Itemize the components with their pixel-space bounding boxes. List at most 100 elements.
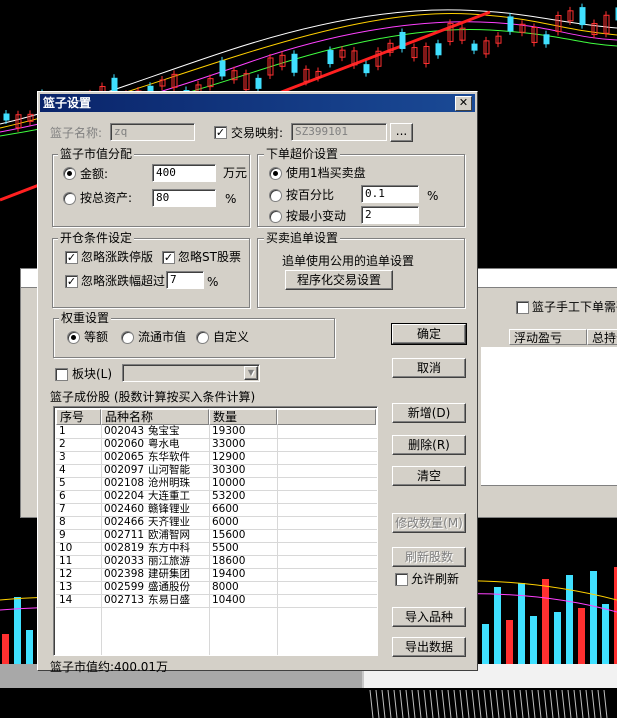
trade-map-checkbox[interactable]: ✓ — [214, 126, 227, 139]
cell-index: 4 — [59, 464, 66, 476]
table-row[interactable]: 7 002460 赣锋锂业 6600 — [56, 503, 376, 516]
ignore-st-label: 忽略ST股票 — [178, 250, 241, 264]
cell-code: 002460 — [104, 503, 145, 515]
ignore-change-label: 忽略涨跌幅超过 — [81, 274, 166, 288]
basket-settings-dialog: 篮子设置 ✕ 篮子名称: zq ✓ 交易映射: SZ399101 ... 篮子市… — [37, 91, 478, 674]
basket-name-input[interactable]: zq — [110, 123, 195, 141]
cell-name: 东易日盛 — [148, 594, 190, 606]
background-hscrollbar[interactable] — [481, 485, 617, 500]
manual-order-confirm-label: 篮子手工下单需确 — [532, 300, 617, 314]
ok-button[interactable]: 确定 — [391, 323, 467, 345]
manual-order-confirm-checkbox[interactable] — [516, 301, 529, 314]
cell-index: 7 — [59, 503, 66, 515]
allow-refresh-label: 允许刷新 — [411, 572, 460, 586]
sector-select[interactable] — [122, 364, 260, 382]
cell-name: 大连重工 — [148, 490, 190, 502]
total-asset-input[interactable]: 80 — [152, 189, 216, 207]
amount-label: 金额: — [80, 167, 109, 181]
weight-group-title: 权重设置 — [59, 311, 112, 325]
add-button[interactable]: 新增(D) — [392, 403, 466, 423]
cell-name: 赣锋锂业 — [148, 503, 190, 515]
modify-quantity-button[interactable]: 修改数量(M) — [392, 513, 466, 533]
trade-map-label: 交易映射: — [231, 126, 284, 140]
ignore-st-checkbox[interactable]: ✓ — [162, 251, 175, 264]
table-row[interactable]: 9 002711 欧浦智网 15600 — [56, 529, 376, 542]
volume-bar — [578, 608, 585, 664]
cell-quantity: 12900 — [212, 451, 246, 463]
cell-code: 002713 — [104, 594, 145, 606]
overprice-tick-input[interactable]: 2 — [361, 206, 419, 224]
volume-bar — [26, 630, 33, 664]
table-row[interactable]: 11 002033 丽江旅游 18600 — [56, 555, 376, 568]
amount-input[interactable]: 400 — [152, 164, 216, 182]
candle-body — [255, 77, 262, 89]
total-asset-radio[interactable] — [63, 192, 76, 205]
column-floating-pnl[interactable]: 浮动盈亏 — [509, 329, 587, 345]
close-icon[interactable]: ✕ — [455, 96, 472, 111]
volume-bar — [554, 612, 561, 664]
trade-map-input[interactable]: SZ399101 — [291, 123, 387, 141]
candle-body — [507, 16, 514, 32]
table-row[interactable]: 10 002819 东方中科 5500 — [56, 542, 376, 555]
check-icon: ✓ — [215, 126, 226, 139]
sector-checkbox[interactable] — [55, 368, 68, 381]
ignore-change-checkbox[interactable]: ✓ — [65, 275, 78, 288]
cancel-button[interactable]: 取消 — [392, 358, 466, 378]
ignore-limit-checkbox[interactable]: ✓ — [65, 251, 78, 264]
weight-float-radio[interactable] — [121, 331, 134, 344]
overprice-percent-input[interactable]: 0.1 — [361, 185, 419, 203]
allow-refresh-checkbox[interactable] — [395, 573, 408, 586]
volume-bar — [542, 579, 549, 664]
program-trade-settings-button[interactable]: 程序化交易设置 — [285, 270, 393, 290]
overprice-percent-radio[interactable] — [269, 189, 282, 202]
chevron-down-icon[interactable]: ▼ — [244, 366, 258, 380]
cell-index: 1 — [59, 425, 66, 437]
market-value-group-title: 篮子市值分配 — [58, 147, 135, 161]
cell-index: 11 — [59, 555, 73, 567]
cell-name: 沧州明珠 — [148, 477, 190, 489]
column-index[interactable]: 序号 — [56, 409, 101, 425]
ignore-change-input[interactable]: 7 — [166, 271, 204, 289]
components-table[interactable]: 序号 品种名称 数量 1 002043 兔宝宝 19300 2 002060 粤水电 3300… — [53, 406, 378, 656]
overprice-level1-radio[interactable] — [269, 167, 282, 180]
browse-button[interactable]: ... — [390, 123, 413, 142]
delete-button[interactable]: 删除(R) — [392, 435, 466, 455]
candle-body — [471, 43, 478, 51]
cell-code: 002108 — [104, 477, 145, 489]
cell-quantity: 15600 — [212, 529, 246, 541]
weight-custom-radio[interactable] — [196, 331, 209, 344]
cell-index: 6 — [59, 490, 66, 502]
volume-bar — [566, 575, 573, 664]
cell-quantity: 30300 — [212, 464, 246, 476]
table-row[interactable]: 3 002065 东华软件 12900 — [56, 451, 376, 464]
cell-code: 002398 — [104, 568, 145, 580]
volume-bar — [494, 587, 501, 664]
dialog-titlebar[interactable]: 篮子设置 ✕ — [40, 94, 475, 112]
weight-equal-label: 等额 — [84, 330, 109, 344]
column-total-position[interactable]: 总持仓 — [587, 329, 617, 345]
export-button[interactable]: 导出数据 — [392, 637, 466, 657]
clear-button[interactable]: 清空 — [392, 466, 466, 486]
table-row[interactable]: 14 002713 东易日盛 10400 — [56, 594, 376, 607]
cell-quantity: 53200 — [212, 490, 246, 502]
weight-equal-radio[interactable] — [67, 331, 80, 344]
table-row[interactable]: 4 002097 山河智能 30300 — [56, 464, 376, 477]
table-row[interactable]: 6 002204 大连重工 53200 — [56, 490, 376, 503]
basket-name-label: 篮子名称: — [50, 126, 103, 140]
cell-index: 9 — [59, 529, 66, 541]
table-row[interactable]: 2 002060 粤水电 33000 — [56, 438, 376, 451]
column-quantity[interactable]: 数量 — [209, 409, 277, 425]
overprice-tick-radio[interactable] — [269, 210, 282, 223]
column-name[interactable]: 品种名称 — [101, 409, 209, 425]
cell-code: 002204 — [104, 490, 145, 502]
table-row[interactable]: 12 002398 建研集团 19400 — [56, 568, 376, 581]
table-row[interactable]: 13 002599 盛通股份 8000 — [56, 581, 376, 594]
table-row[interactable]: 5 002108 沧州明珠 10000 — [56, 477, 376, 490]
table-row[interactable]: 1 002043 兔宝宝 19300 — [56, 425, 376, 438]
chase-order-text: 追单使用公用的追单设置 — [282, 254, 415, 268]
import-button[interactable]: 导入品种 — [392, 607, 466, 627]
refresh-shares-button[interactable]: 刷新股数 — [392, 547, 466, 567]
amount-radio[interactable] — [63, 167, 76, 180]
table-row[interactable]: 8 002466 天齐锂业 6000 — [56, 516, 376, 529]
cell-code: 002043 — [104, 425, 145, 437]
